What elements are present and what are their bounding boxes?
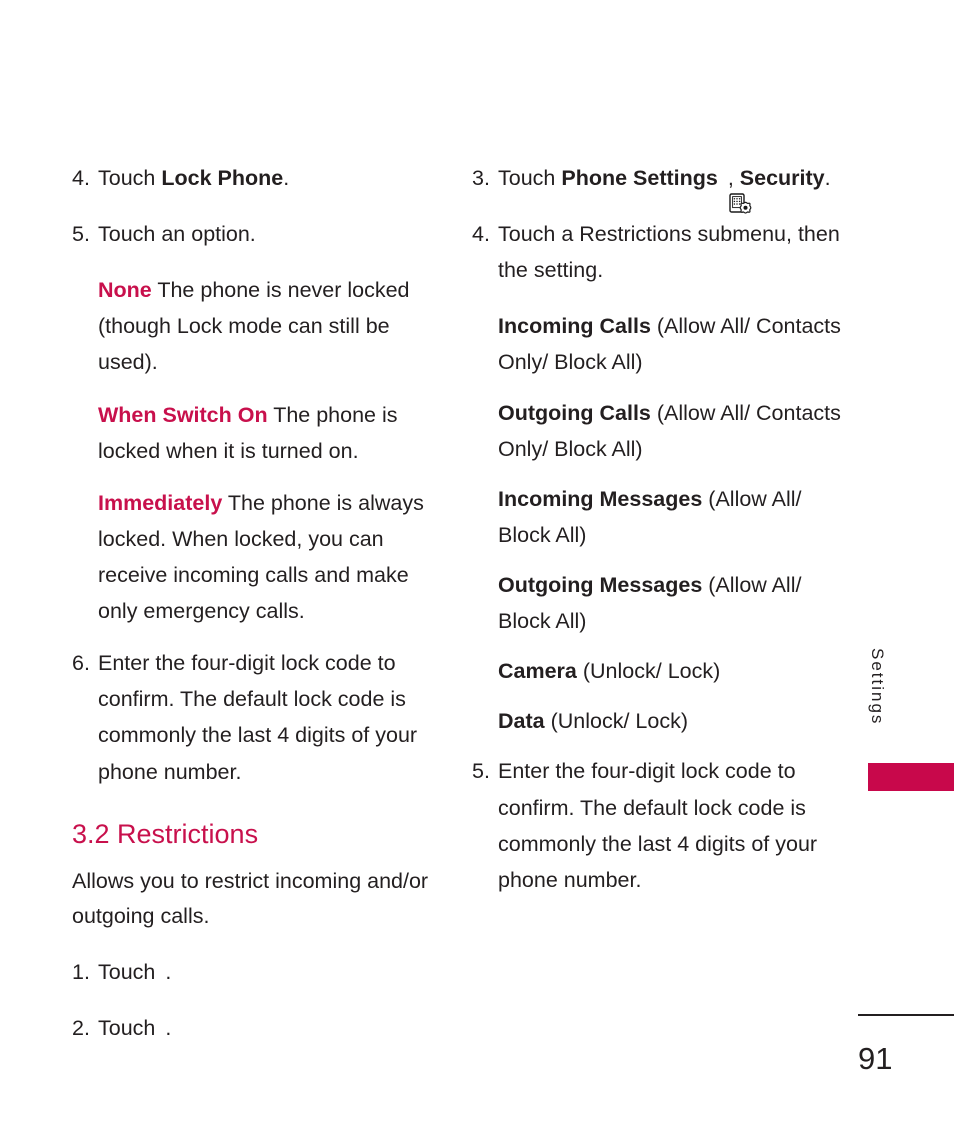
restriction-values: (Unlock/ Lock) <box>544 709 688 734</box>
step-item-4-restrictions-submenu: 4. Touch a Restrictions submenu, then th… <box>472 216 844 288</box>
option-definition-immediately: Immediately The phone is always locked. … <box>98 485 442 629</box>
manual-page: 4. Touch Lock Phone. 5. Touch an option.… <box>0 0 954 1145</box>
restriction-term: Data <box>498 709 545 734</box>
footer-divider <box>858 1014 954 1016</box>
step-text: Enter the four-digit lock code to confir… <box>498 759 818 892</box>
step-number: 6. <box>72 651 90 676</box>
phone-settings-bold: Phone Settings <box>561 166 718 190</box>
step-text: Touch Phone Settings , Security. <box>498 160 844 214</box>
step-text-suffix: . <box>165 959 172 984</box>
step-text: Touch Lock Phone. <box>98 160 442 196</box>
security-bold: Security <box>739 166 825 190</box>
step-item-5-touch-option: 5. Touch an option. <box>72 216 442 252</box>
option-term: Immediately <box>98 490 223 515</box>
restriction-term: Outgoing Messages <box>498 572 703 597</box>
option-definition-none: None The phone is never locked (though L… <box>98 272 442 380</box>
right-column: 3. Touch Phone Settings , Security. 4. T… <box>472 160 844 918</box>
step-text-suffix: . <box>824 166 831 190</box>
side-tab-marker <box>868 763 954 791</box>
section-heading-restrictions: 3.2 Restrictions <box>72 818 259 849</box>
step-text: Enter the four-digit lock code to confir… <box>98 651 418 784</box>
restriction-values: (Unlock/ Lock) <box>576 659 721 684</box>
lock-phone-bold: Lock Phone <box>161 166 284 190</box>
step-item-3-phone-settings: 3. Touch Phone Settings , Security. <box>472 160 844 214</box>
left-column: 4. Touch Lock Phone. 5. Touch an option.… <box>72 160 442 1066</box>
step-text-prefix: Touch <box>98 166 162 190</box>
step-text-prefix: Touch <box>498 166 562 190</box>
restriction-term: Outgoing Calls <box>498 400 651 425</box>
restriction-term: Camera <box>498 659 577 684</box>
restriction-item-incoming-messages: Incoming Messages (Allow All/ Block All) <box>498 481 844 553</box>
option-term: None <box>98 278 152 303</box>
step-text: Touch . <box>98 1010 442 1065</box>
step-number: 4. <box>472 222 490 247</box>
step-number: 3. <box>472 166 490 190</box>
restriction-term: Incoming Messages <box>498 486 703 511</box>
step-text: Touch . <box>98 954 442 1006</box>
step-text-prefix: Touch <box>98 1015 162 1040</box>
step-item-5-lock-code: 5. Enter the four-digit lock code to con… <box>472 753 844 897</box>
page-number: 91 <box>858 1041 893 1076</box>
side-tab-settings-label: Settings <box>868 648 887 726</box>
step-number: 5. <box>472 759 490 784</box>
step-text: Touch a Restrictions submenu, then the s… <box>498 222 840 283</box>
step-item-4-lock-phone: 4. Touch Lock Phone. <box>72 160 442 196</box>
step-item-2-touch-gear: 2. Touch . <box>72 1010 442 1065</box>
step-number: 1. <box>72 959 90 984</box>
restriction-term: Incoming Calls <box>498 314 651 339</box>
restriction-item-incoming-calls: Incoming Calls (Allow All/ Contacts Only… <box>498 308 844 380</box>
step-text-middle: , <box>727 166 740 190</box>
step-text-suffix: . <box>283 166 290 190</box>
option-term: When Switch On <box>98 402 268 427</box>
step-item-1-touch-grid: 1. Touch . <box>72 954 442 1006</box>
step-number: 4. <box>72 166 90 190</box>
step-text-suffix: . <box>165 1015 172 1040</box>
section-intro-paragraph: Allows you to restrict incoming and/or o… <box>72 869 429 928</box>
option-definition-when-switch-on: When Switch On The phone is locked when … <box>98 397 442 469</box>
restriction-item-outgoing-messages: Outgoing Messages (Allow All/ Block All) <box>498 567 844 639</box>
restriction-item-data: Data (Unlock/ Lock) <box>498 703 844 739</box>
restriction-item-camera: Camera (Unlock/ Lock) <box>498 653 844 689</box>
restriction-item-outgoing-calls: Outgoing Calls (Allow All/ Contacts Only… <box>498 395 844 467</box>
step-number: 2. <box>72 1015 90 1040</box>
step-item-6-lock-code: 6. Enter the four-digit lock code to con… <box>72 645 442 789</box>
step-text: Touch an option. <box>98 222 256 247</box>
step-text-prefix: Touch <box>98 959 162 984</box>
step-number: 5. <box>72 222 90 247</box>
